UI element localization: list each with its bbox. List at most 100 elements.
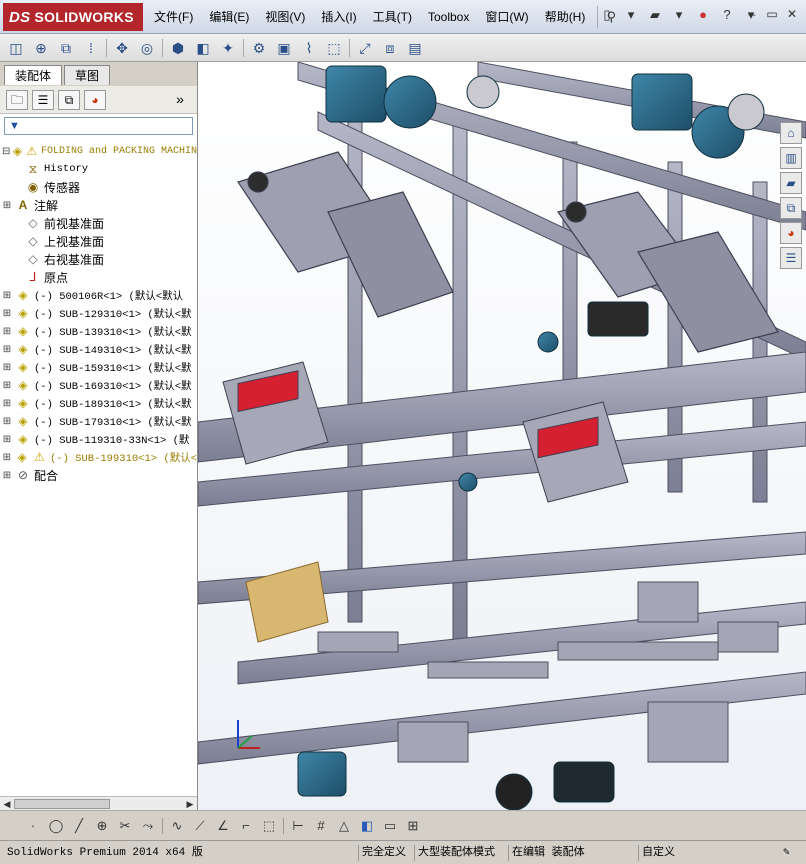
- spline-icon[interactable]: ∿: [168, 817, 186, 835]
- triangle-icon[interactable]: △: [335, 817, 353, 835]
- menu-toolbox[interactable]: Toolbox: [420, 0, 477, 34]
- show-hidden-icon[interactable]: ◎: [137, 38, 157, 58]
- menu-view[interactable]: 视图(V): [257, 0, 313, 34]
- scrollbar-thumb[interactable]: [14, 799, 110, 809]
- instant3d-icon[interactable]: ⤢: [355, 38, 375, 58]
- tree-component[interactable]: ⊞ ◈ (-) SUB-179310<1> (默认<默: [2, 412, 197, 430]
- menu-help[interactable]: 帮助(H): [537, 0, 594, 34]
- traffic-light-icon[interactable]: ●: [694, 6, 712, 24]
- status-custom[interactable]: 自定义: [638, 845, 678, 861]
- view-palette-icon[interactable]: ⧉: [780, 197, 802, 219]
- open-folder-icon[interactable]: ▰: [646, 6, 664, 24]
- tree-component[interactable]: ⊞ ◈ (-) 500106R<1> (默认<默认: [2, 286, 197, 304]
- expand-icon[interactable]: ⊞: [2, 434, 12, 445]
- file-explorer-icon[interactable]: ▰: [780, 172, 802, 194]
- menu-file[interactable]: 文件(F): [146, 0, 201, 34]
- line-icon[interactable]: ╱: [70, 817, 88, 835]
- expand-icon[interactable]: ⊞: [2, 398, 12, 409]
- menu-tools[interactable]: 工具(T): [365, 0, 420, 34]
- insert-component-icon[interactable]: ⊕: [31, 38, 51, 58]
- tree-item-annotations[interactable]: ⊞ A 注解: [2, 196, 197, 214]
- expand-icon[interactable]: ⊞: [2, 344, 12, 355]
- section-view-icon[interactable]: ▭: [381, 817, 399, 835]
- centerpoint-icon[interactable]: ⊕: [93, 817, 111, 835]
- expand-icon[interactable]: ⊞: [2, 380, 12, 391]
- expand-icon[interactable]: ⊞: [2, 200, 12, 211]
- appearances-icon[interactable]: ◕: [780, 222, 802, 244]
- tree-component[interactable]: ⊞ ◈ (-) SUB-189310<1> (默认<默: [2, 394, 197, 412]
- menu-edit[interactable]: 编辑(E): [201, 0, 257, 34]
- expand-icon[interactable]: ⊞: [2, 452, 12, 463]
- minimize-icon[interactable]: –: [744, 6, 760, 22]
- dropdown-arrow-icon[interactable]: ▾: [670, 6, 688, 24]
- home-icon[interactable]: ⌂: [780, 122, 802, 144]
- tree-item-top-plane[interactable]: ◇ 上视基准面: [2, 232, 197, 250]
- mate-icon[interactable]: ⧉: [56, 38, 76, 58]
- feature-manager-icon[interactable]: 🗀: [6, 89, 28, 110]
- tree-component[interactable]: ⊞ ◈ (-) SUB-139310<1> (默认<默: [2, 322, 197, 340]
- new-motion-study-icon[interactable]: ✦: [218, 38, 238, 58]
- component-pattern-icon[interactable]: ⁞: [81, 38, 101, 58]
- reference-geometry-icon[interactable]: ◧: [193, 38, 213, 58]
- expand-icon[interactable]: ⊞: [2, 326, 12, 337]
- angle-icon[interactable]: ∠: [214, 817, 232, 835]
- tree-component[interactable]: ⊞ ◈ (-) SUB-169310<1> (默认<默: [2, 376, 197, 394]
- snapshot-icon[interactable]: ▤: [405, 38, 425, 58]
- help-icon[interactable]: ?: [718, 6, 736, 24]
- explode-line-sketch-icon[interactable]: ⌇: [299, 38, 319, 58]
- expand-icon[interactable]: ⊞: [2, 416, 12, 427]
- point-icon[interactable]: ·: [24, 817, 42, 835]
- tree-component-warning[interactable]: ⊞ ◈ ⚠ (-) SUB-199310<1> (默认<: [2, 448, 197, 466]
- convert-entities-icon[interactable]: ⬚: [260, 817, 278, 835]
- custom-properties-icon[interactable]: ☰: [780, 247, 802, 269]
- edit-component-icon[interactable]: ◫: [6, 38, 26, 58]
- speedpak-icon[interactable]: ⧈: [380, 38, 400, 58]
- tree-item-origin[interactable]: ⅃ 原点: [2, 268, 197, 286]
- expand-icon[interactable]: ⊞: [2, 290, 12, 301]
- dimension-icon[interactable]: ⊢: [289, 817, 307, 835]
- tab-assembly[interactable]: 装配体: [4, 65, 63, 85]
- lock-icon[interactable]: ✎: [780, 845, 793, 861]
- tree-component[interactable]: ⊞ ◈ (-) SUB-119310-33N<1> (默: [2, 430, 197, 448]
- expand-icon[interactable]: ⊞: [2, 308, 12, 319]
- design-library-icon[interactable]: ▥: [780, 147, 802, 169]
- move-component-icon[interactable]: ✥: [112, 38, 132, 58]
- tree-component[interactable]: ⊞ ◈ (-) SUB-149310<1> (默认<默: [2, 340, 197, 358]
- corner-icon[interactable]: ⌐: [237, 817, 255, 835]
- close-icon[interactable]: ✕: [784, 6, 800, 22]
- interference-detection-icon[interactable]: ⬚: [324, 38, 344, 58]
- horizontal-scrollbar[interactable]: ◀ ▶: [0, 796, 197, 810]
- collapse-icon[interactable]: ⊟: [2, 146, 10, 157]
- property-manager-icon[interactable]: ☰: [32, 89, 54, 110]
- menu-window[interactable]: 窗口(W): [477, 0, 536, 34]
- bill-of-materials-icon[interactable]: ⚙: [249, 38, 269, 58]
- tree-item-sensors[interactable]: ◉ 传感器: [2, 178, 197, 196]
- graphics-area[interactable]: ⌂ ▥ ▰ ⧉ ◕ ☰: [198, 62, 806, 810]
- tab-sketch[interactable]: 草图: [64, 65, 111, 85]
- assembly-model[interactable]: [198, 62, 806, 810]
- shaded-cube-icon[interactable]: ◧: [358, 817, 376, 835]
- display-manager-icon[interactable]: ◕: [84, 89, 106, 110]
- dropdown-arrow-icon[interactable]: ▾: [622, 6, 640, 24]
- tree-item-front-plane[interactable]: ◇ 前视基准面: [2, 214, 197, 232]
- grid-icon[interactable]: #: [312, 817, 330, 835]
- tree-component[interactable]: ⊞ ◈ (-) SUB-129310<1> (默认<默: [2, 304, 197, 322]
- expand-icon[interactable]: ⊞: [2, 470, 12, 481]
- tree-item-history[interactable]: ⧖ History: [2, 160, 197, 178]
- assembly-features-icon[interactable]: ⬢: [168, 38, 188, 58]
- scroll-left-icon[interactable]: ◀: [0, 797, 14, 811]
- solidworks-logo[interactable]: DS SOLIDWORKS: [3, 3, 143, 31]
- extend-icon[interactable]: ⤳: [139, 817, 157, 835]
- scroll-right-icon[interactable]: ▶: [183, 797, 197, 811]
- tree-item-right-plane[interactable]: ◇ 右视基准面: [2, 250, 197, 268]
- tree-item-mates[interactable]: ⊞ ⊘ 配合: [2, 466, 197, 484]
- menu-insert[interactable]: 插入(I): [313, 0, 364, 34]
- configuration-manager-icon[interactable]: ⧉: [58, 89, 80, 110]
- tree-component[interactable]: ⊞ ◈ (-) SUB-159310<1> (默认<默: [2, 358, 197, 376]
- circle-icon[interactable]: ◯: [47, 817, 65, 835]
- offset-icon[interactable]: ⟋: [191, 817, 209, 835]
- split-view-icon[interactable]: ⊞: [404, 817, 422, 835]
- tree-root[interactable]: ⊟ ◈ ⚠ FOLDING and PACKING MACHIN: [2, 142, 197, 160]
- expand-icon[interactable]: ⊞: [2, 362, 12, 373]
- exploded-view-icon[interactable]: ▣: [274, 38, 294, 58]
